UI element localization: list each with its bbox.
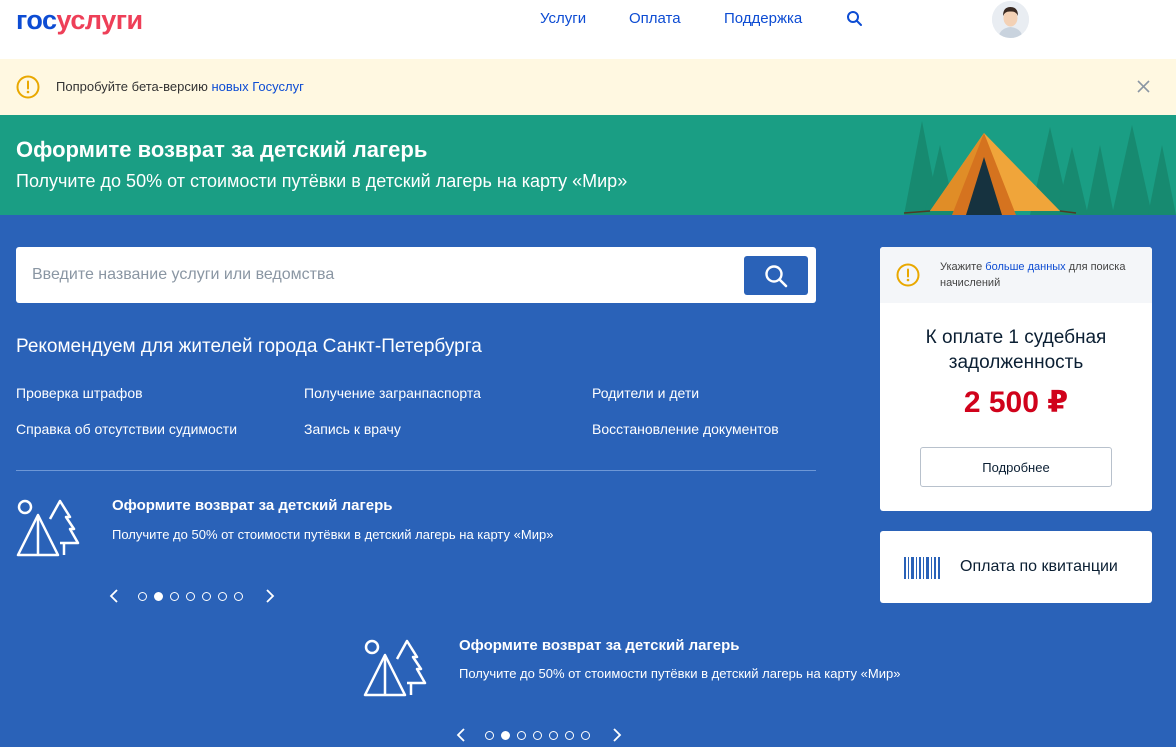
nav-support[interactable]: Поддержка [724, 10, 802, 27]
camp-icon [16, 497, 80, 557]
carousel-dot[interactable] [517, 731, 526, 740]
banner-subtitle: Получите до 50% от стоимости путёвки в д… [16, 171, 628, 191]
promo-carousel [108, 588, 278, 608]
beta-notice: Попробуйте бета-версию новых Госуслуг [0, 59, 1176, 115]
camp-icon [363, 637, 427, 697]
logo-part-gos: гос [16, 5, 57, 35]
promo-title-2[interactable]: Оформите возврат за детский лагерь [459, 637, 739, 654]
search-icon [765, 265, 788, 288]
promo-text-2: Получите до 50% от стоимости путёвки в д… [459, 666, 901, 681]
carousel-dot[interactable] [202, 592, 211, 601]
warning-icon [896, 263, 920, 287]
debt-hint-text: Укажите больше данных для поиска начисле… [940, 259, 1140, 291]
pay-by-receipt-card[interactable]: Оплата по квитанции [880, 531, 1152, 603]
rec-link-parents[interactable]: Родители и дети [592, 385, 699, 401]
debt-amount: 2 500 ₽ [963, 386, 1069, 419]
promo-carousel-2 [455, 727, 625, 747]
carousel-dot[interactable] [565, 731, 574, 740]
recommend-title: Рекомендуем для жителей города Санкт-Пет… [16, 336, 482, 357]
rec-link-criminal-record[interactable]: Справка об отсутствии судимости [16, 421, 237, 437]
service-search [16, 247, 816, 303]
carousel-dot-active[interactable] [501, 731, 510, 740]
search-icon[interactable] [846, 10, 864, 28]
warning-icon [16, 75, 40, 99]
promo-title[interactable]: Оформите возврат за детский лагерь [112, 497, 392, 514]
chevron-left-icon[interactable] [455, 727, 467, 743]
debt-title: К оплате 1 судебная задолженность [925, 327, 1107, 373]
banner-title: Оформите возврат за детский лагерь [16, 137, 428, 162]
nav-services[interactable]: Услуги [540, 10, 586, 27]
carousel-dot[interactable] [186, 592, 195, 601]
close-icon[interactable] [1136, 79, 1151, 94]
carousel-dot[interactable] [234, 592, 243, 601]
debt-hint: Укажите больше данных для поиска начисле… [880, 247, 1152, 303]
rec-link-fines[interactable]: Проверка штрафов [16, 385, 143, 401]
carousel-dot-active[interactable] [154, 592, 163, 601]
nav-payment[interactable]: Оплата [629, 10, 681, 27]
more-data-link[interactable]: больше данных [985, 261, 1065, 273]
carousel-dot[interactable] [170, 592, 179, 601]
chevron-right-icon[interactable] [264, 588, 276, 604]
details-button[interactable]: Подробнее [920, 447, 1112, 487]
user-avatar[interactable] [992, 1, 1029, 38]
promo-text: Получите до 50% от стоимости путёвки в д… [112, 527, 554, 542]
beta-notice-label: Попробуйте бета-версию [56, 79, 212, 94]
search-submit-button[interactable] [744, 256, 808, 295]
carousel-dot[interactable] [549, 731, 558, 740]
carousel-dot[interactable] [533, 731, 542, 740]
receipt-label: Оплата по квитанции [960, 558, 1118, 575]
beta-notice-text: Попробуйте бета-версию новых Госуслуг [56, 79, 304, 94]
rec-link-doctor[interactable]: Запись к врачу [304, 421, 401, 437]
camp-banner[interactable]: Оформите возврат за детский лагерь Получ… [0, 115, 1176, 215]
logo-part-uslugi: услуги [56, 5, 144, 35]
chevron-right-icon[interactable] [611, 727, 623, 743]
carousel-dot[interactable] [485, 731, 494, 740]
carousel-dot[interactable] [218, 592, 227, 601]
tent-illustration [900, 115, 1176, 215]
carousel-dot[interactable] [138, 592, 147, 601]
main-area: Рекомендуем для жителей города Санкт-Пет… [0, 215, 1176, 747]
debt-card: Укажите больше данных для поиска начисле… [880, 247, 1152, 511]
divider [16, 470, 816, 471]
debt-hint-lead: Укажите [940, 261, 986, 273]
gosuslugi-logo[interactable]: госуслуги [16, 5, 143, 35]
search-input[interactable] [16, 247, 736, 303]
header: госуслуги Услуги Оплата Поддержка [0, 0, 1176, 59]
carousel-dot[interactable] [581, 731, 590, 740]
beta-link[interactable]: новых Госуслуг [211, 79, 303, 94]
rec-link-passport[interactable]: Получение загранпаспорта [304, 385, 481, 401]
rec-link-documents[interactable]: Восстановление документов [592, 421, 779, 437]
barcode-icon [904, 557, 940, 579]
chevron-left-icon[interactable] [108, 588, 120, 604]
